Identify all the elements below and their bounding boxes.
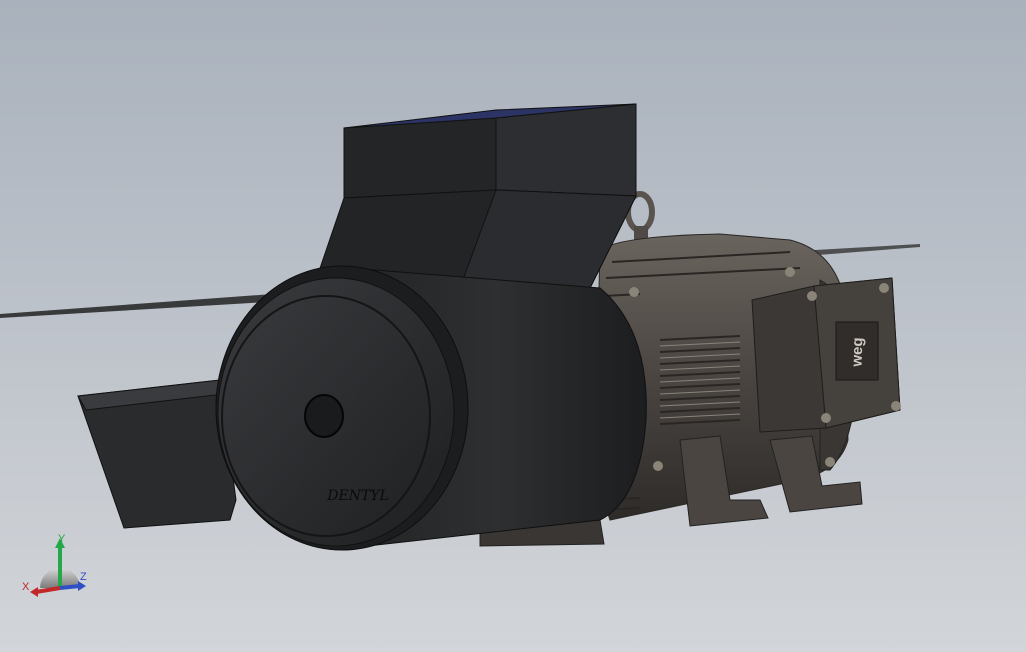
screw-icon: [807, 291, 817, 301]
y-axis-label: Y: [58, 533, 66, 545]
graphics-viewport[interactable]: weg DENTYL Y X Z: [0, 0, 1026, 652]
bolt-icon: [825, 457, 835, 467]
model-scene[interactable]: weg DENTYL: [0, 0, 1026, 652]
screw-icon: [821, 413, 831, 423]
shaft-hub: [304, 394, 344, 438]
screw-icon: [891, 401, 901, 411]
orientation-triad[interactable]: Y X Z: [18, 530, 98, 600]
screw-icon: [879, 283, 889, 293]
nameplate-logo: weg: [848, 337, 866, 368]
x-axis-icon: [35, 586, 61, 594]
z-axis-icon: [59, 584, 81, 590]
bolt-icon: [653, 461, 663, 471]
terminal-box[interactable]: weg: [751, 277, 901, 433]
handwritten-marking: DENTYL: [326, 488, 389, 504]
bolt-icon: [629, 287, 639, 297]
bolt-icon: [785, 267, 795, 277]
z-axis-label: Z: [80, 571, 87, 583]
x-axis-label: X: [22, 581, 30, 593]
